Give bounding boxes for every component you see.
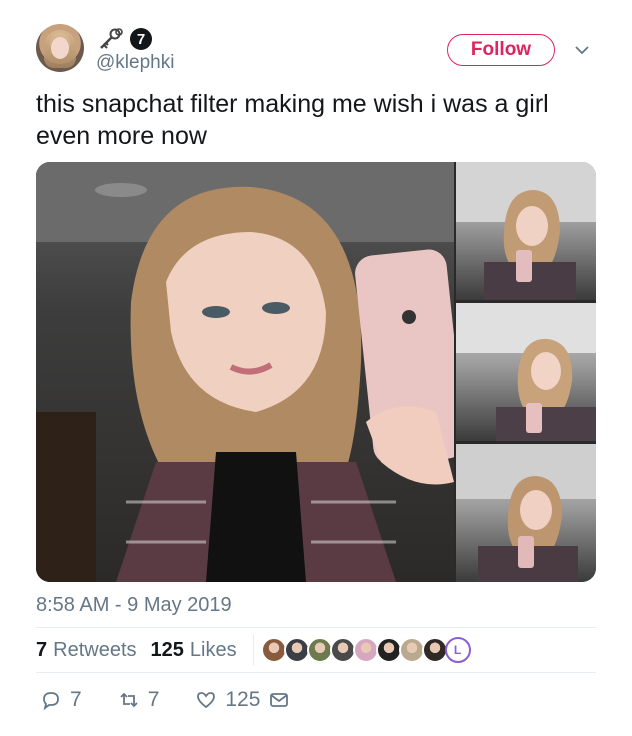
retweet-icon — [120, 692, 138, 708]
photo-3-illustration — [456, 303, 596, 441]
liker-avatar[interactable] — [352, 637, 379, 663]
tweet-actions: 7 7 125 — [40, 686, 332, 714]
media-photo-2[interactable] — [456, 162, 596, 300]
envelope-icon — [270, 693, 289, 707]
reply-icon — [43, 692, 59, 711]
liker-avatar[interactable] — [283, 637, 310, 663]
tweet-timestamp[interactable]: 8:58 AM - 9 May 2019 — [36, 594, 232, 617]
liker-avatar[interactable] — [329, 637, 356, 663]
chevron-down-icon[interactable] — [574, 42, 590, 58]
liker-avatar[interactable] — [375, 637, 402, 663]
retweets-label: Retweets — [53, 638, 137, 661]
retweets-count: 7 — [36, 638, 48, 661]
engagement-stats: 7 Retweets 125 Likes L — [36, 635, 471, 665]
photo-main-illustration — [36, 162, 454, 582]
likes-label: Likes — [189, 638, 237, 661]
liker-avatar[interactable] — [421, 637, 448, 663]
media-grid — [36, 162, 596, 582]
liker-avatar[interactable] — [260, 637, 287, 663]
author-handle[interactable]: @klephki — [96, 52, 174, 74]
liker-avatars: L — [260, 637, 471, 663]
avatar[interactable] — [36, 24, 84, 72]
divider — [36, 672, 596, 673]
media-photo-3[interactable] — [456, 303, 596, 441]
photo-2-illustration — [456, 162, 596, 300]
retweets-stat[interactable]: 7 Retweets — [36, 639, 137, 662]
divider — [36, 627, 596, 628]
liker-avatar[interactable] — [398, 637, 425, 663]
author-badges: 7 — [96, 26, 152, 52]
likes-stat[interactable]: 125 Likes — [151, 639, 237, 662]
like-button[interactable]: 125 — [195, 688, 260, 712]
avatar-face — [51, 37, 69, 59]
media-photo-main[interactable] — [36, 162, 454, 582]
liker-avatar[interactable] — [306, 637, 333, 663]
media-photo-4[interactable] — [456, 444, 596, 582]
liker-avatar-letter[interactable]: L — [444, 637, 471, 663]
reply-count: 7 — [70, 688, 82, 711]
follow-button[interactable]: Follow — [447, 34, 555, 66]
heart-icon — [197, 692, 216, 709]
key-icon — [100, 28, 123, 49]
stats-separator — [252, 635, 254, 665]
photo-4-illustration — [456, 444, 596, 582]
retweet-button[interactable]: 7 — [118, 688, 160, 712]
tweet-text: this snapchat filter making me wish i wa… — [36, 90, 549, 150]
like-count: 125 — [225, 688, 261, 711]
tweet-card: 7 @klephki Follow this snapchat filter m… — [0, 0, 632, 736]
number-badge: 7 — [130, 28, 152, 50]
likes-count: 125 — [150, 638, 184, 661]
retweet-count: 7 — [147, 688, 160, 711]
reply-button[interactable]: 7 — [40, 688, 82, 712]
